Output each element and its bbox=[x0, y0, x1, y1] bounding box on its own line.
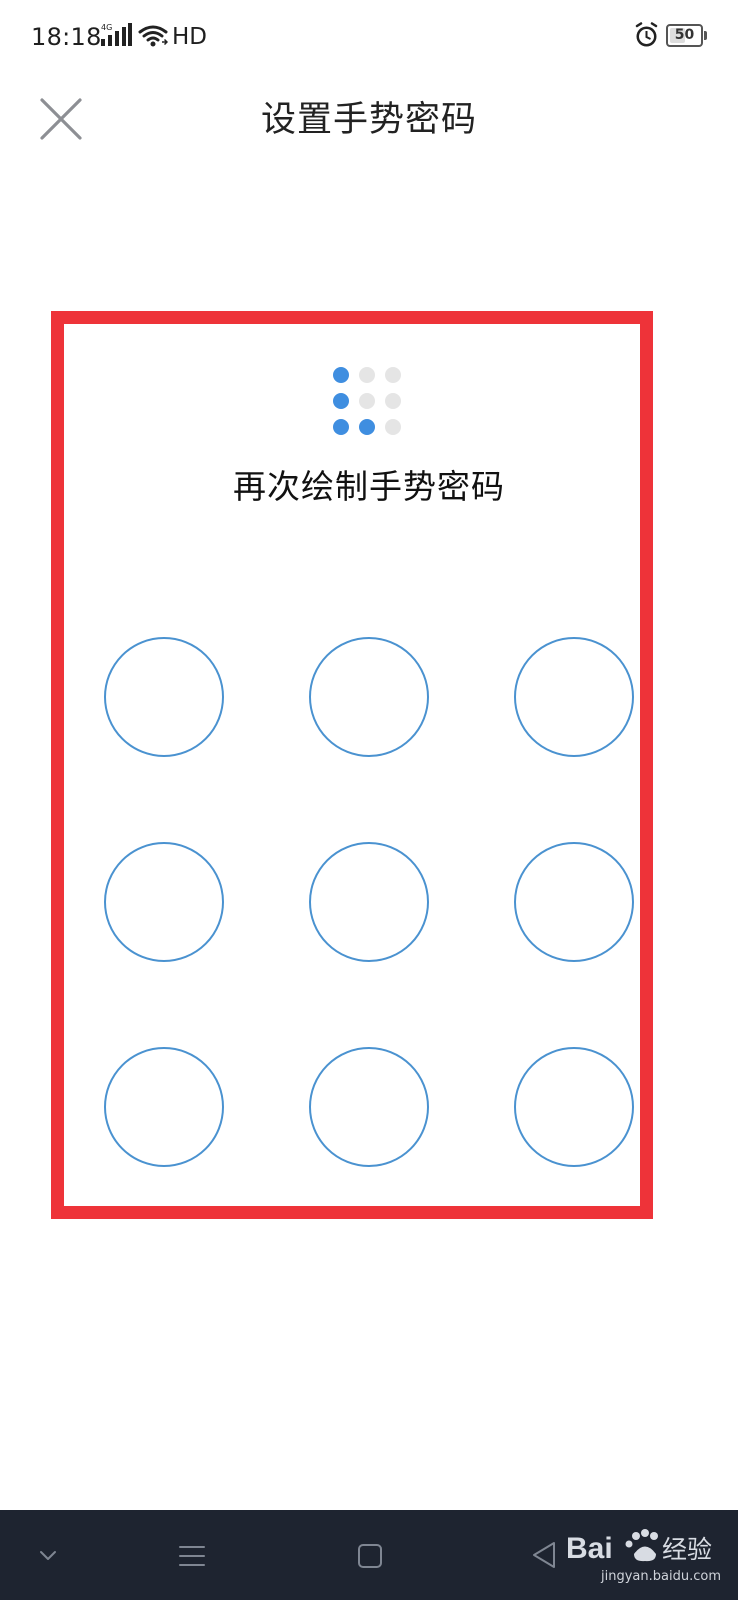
wifi-icon bbox=[138, 25, 168, 47]
network-label: 4G bbox=[101, 23, 112, 32]
alarm-icon bbox=[635, 22, 658, 47]
watermark: Bai 经验 jingyan.baidu.com bbox=[566, 1527, 730, 1591]
gesture-node[interactable] bbox=[309, 637, 429, 757]
preview-dot bbox=[333, 367, 349, 383]
network-signal-icon: 4G bbox=[101, 23, 132, 46]
gesture-node[interactable] bbox=[104, 842, 224, 962]
paw-icon bbox=[625, 1529, 658, 1562]
hd-label: HD bbox=[172, 24, 208, 50]
gesture-node[interactable] bbox=[309, 842, 429, 962]
status-bar: 18:18 4G HD 50 bbox=[0, 0, 738, 76]
pattern-preview bbox=[333, 367, 403, 437]
preview-dot bbox=[385, 419, 401, 435]
preview-dot bbox=[333, 393, 349, 409]
preview-dot bbox=[359, 393, 375, 409]
preview-dot bbox=[359, 367, 375, 383]
instruction-text: 再次绘制手势密码 bbox=[233, 467, 505, 506]
gesture-node[interactable] bbox=[104, 637, 224, 757]
gesture-node[interactable] bbox=[309, 1047, 429, 1167]
home-icon[interactable] bbox=[357, 1543, 383, 1569]
gesture-node[interactable] bbox=[514, 842, 634, 962]
preview-dot bbox=[359, 419, 375, 435]
battery-cap bbox=[704, 31, 707, 40]
back-icon[interactable] bbox=[530, 1540, 560, 1570]
page-title: 设置手势密码 bbox=[260, 100, 477, 140]
gesture-node[interactable] bbox=[514, 637, 634, 757]
gesture-node[interactable] bbox=[104, 1047, 224, 1167]
status-time: 18:18 bbox=[31, 23, 102, 51]
watermark-suffix: 经验 bbox=[662, 1535, 712, 1564]
preview-dot bbox=[385, 367, 401, 383]
baidu-jingyan-logo: Bai 经验 bbox=[566, 1529, 712, 1565]
close-icon[interactable] bbox=[38, 96, 84, 142]
menu-icon[interactable] bbox=[178, 1543, 206, 1569]
battery-icon: 50 bbox=[666, 24, 707, 47]
chevron-down-icon[interactable] bbox=[36, 1543, 60, 1567]
preview-dot bbox=[385, 393, 401, 409]
gesture-node[interactable] bbox=[514, 1047, 634, 1167]
gesture-password-screen: 18:18 4G HD 50 设置手势密码 再次绘制手势密码 Bai 经验 ji… bbox=[0, 0, 738, 1600]
preview-dot bbox=[333, 419, 349, 435]
battery-level-text: 50 bbox=[674, 27, 695, 43]
watermark-brand: Bai bbox=[566, 1532, 613, 1565]
watermark-site: jingyan.baidu.com bbox=[601, 1569, 721, 1584]
